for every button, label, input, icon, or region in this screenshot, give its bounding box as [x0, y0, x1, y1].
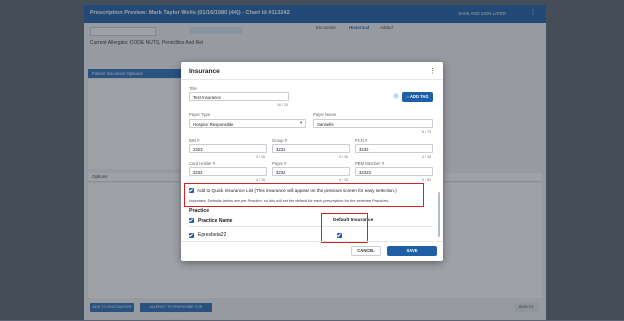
- payer-name-input[interactable]: Sannelle: [313, 119, 433, 128]
- practice-row-checkbox[interactable]: [189, 233, 194, 238]
- bin-label: BIN #: [189, 138, 200, 143]
- pcn-input[interactable]: 3232: [355, 144, 433, 153]
- bin-input[interactable]: 2323: [189, 144, 267, 153]
- card-holder-label: Card Holder #: [189, 161, 216, 166]
- scrollbar[interactable]: [438, 192, 440, 237]
- quick-list-label: Add to Quick Insurance List (This insura…: [197, 187, 397, 193]
- group-label: Group #: [272, 138, 288, 143]
- important-note: Important: Defaults below are per Practi…: [189, 198, 390, 203]
- title-label: Title: [189, 86, 197, 91]
- practice-name-cell: Epresbeta22: [198, 232, 227, 238]
- pcn-label: PCN #: [355, 138, 368, 143]
- payer-type-label: Payer Type: [189, 112, 211, 117]
- cancel-button[interactable]: CANCEL: [351, 246, 381, 256]
- payer-type-select[interactable]: Hospice Responsible: [189, 119, 306, 128]
- bin-counter: 4 / 35: [256, 155, 265, 159]
- save-button[interactable]: SAVE: [387, 246, 437, 256]
- add-tag-button[interactable]: ⌂ ADD TAG: [402, 92, 433, 102]
- payer-name-counter: 8 / 75: [422, 130, 431, 134]
- divider: [181, 241, 443, 242]
- more-vertical-icon[interactable]: ⋮: [429, 67, 436, 75]
- practice-heading: Practice: [189, 208, 210, 214]
- select-all-checkbox[interactable]: [189, 218, 194, 223]
- divider: [181, 79, 443, 80]
- pbm-member-label: PBM Member #: [355, 161, 385, 166]
- pbm-member-counter: 5 / 80: [422, 178, 431, 182]
- quick-list-checkbox[interactable]: [189, 188, 194, 193]
- divider: [189, 226, 433, 227]
- chevron-down-icon: ▾: [300, 120, 303, 125]
- col-practice-name: Practice Name: [198, 217, 233, 224]
- card-holder-input[interactable]: 3232: [189, 167, 267, 176]
- default-insurance-highlight: [321, 213, 368, 243]
- insurance-dialog: Insurance ⋮ Title Test Insurance 16 / 25…: [181, 62, 443, 261]
- title-input[interactable]: Test Insurance: [189, 92, 289, 101]
- payer-counter: 4 / 35: [339, 178, 348, 182]
- pcn-counter: 4 / 35: [422, 155, 431, 159]
- dialog-title: Insurance: [189, 68, 220, 75]
- payer-label: Payer #: [272, 161, 287, 166]
- payer-name-label: Payer Name: [313, 112, 337, 117]
- group-counter: 4 / 35: [339, 155, 348, 159]
- pbm-member-input[interactable]: 32323: [355, 167, 433, 176]
- card-holder-counter: 4 / 35: [256, 178, 265, 182]
- group-input[interactable]: 3232: [272, 144, 350, 153]
- add-tag-label: ADD TAG: [409, 94, 429, 99]
- payer-input[interactable]: 3232: [272, 167, 350, 176]
- info-icon[interactable]: i: [393, 93, 399, 99]
- title-counter: 16 / 25: [277, 103, 288, 107]
